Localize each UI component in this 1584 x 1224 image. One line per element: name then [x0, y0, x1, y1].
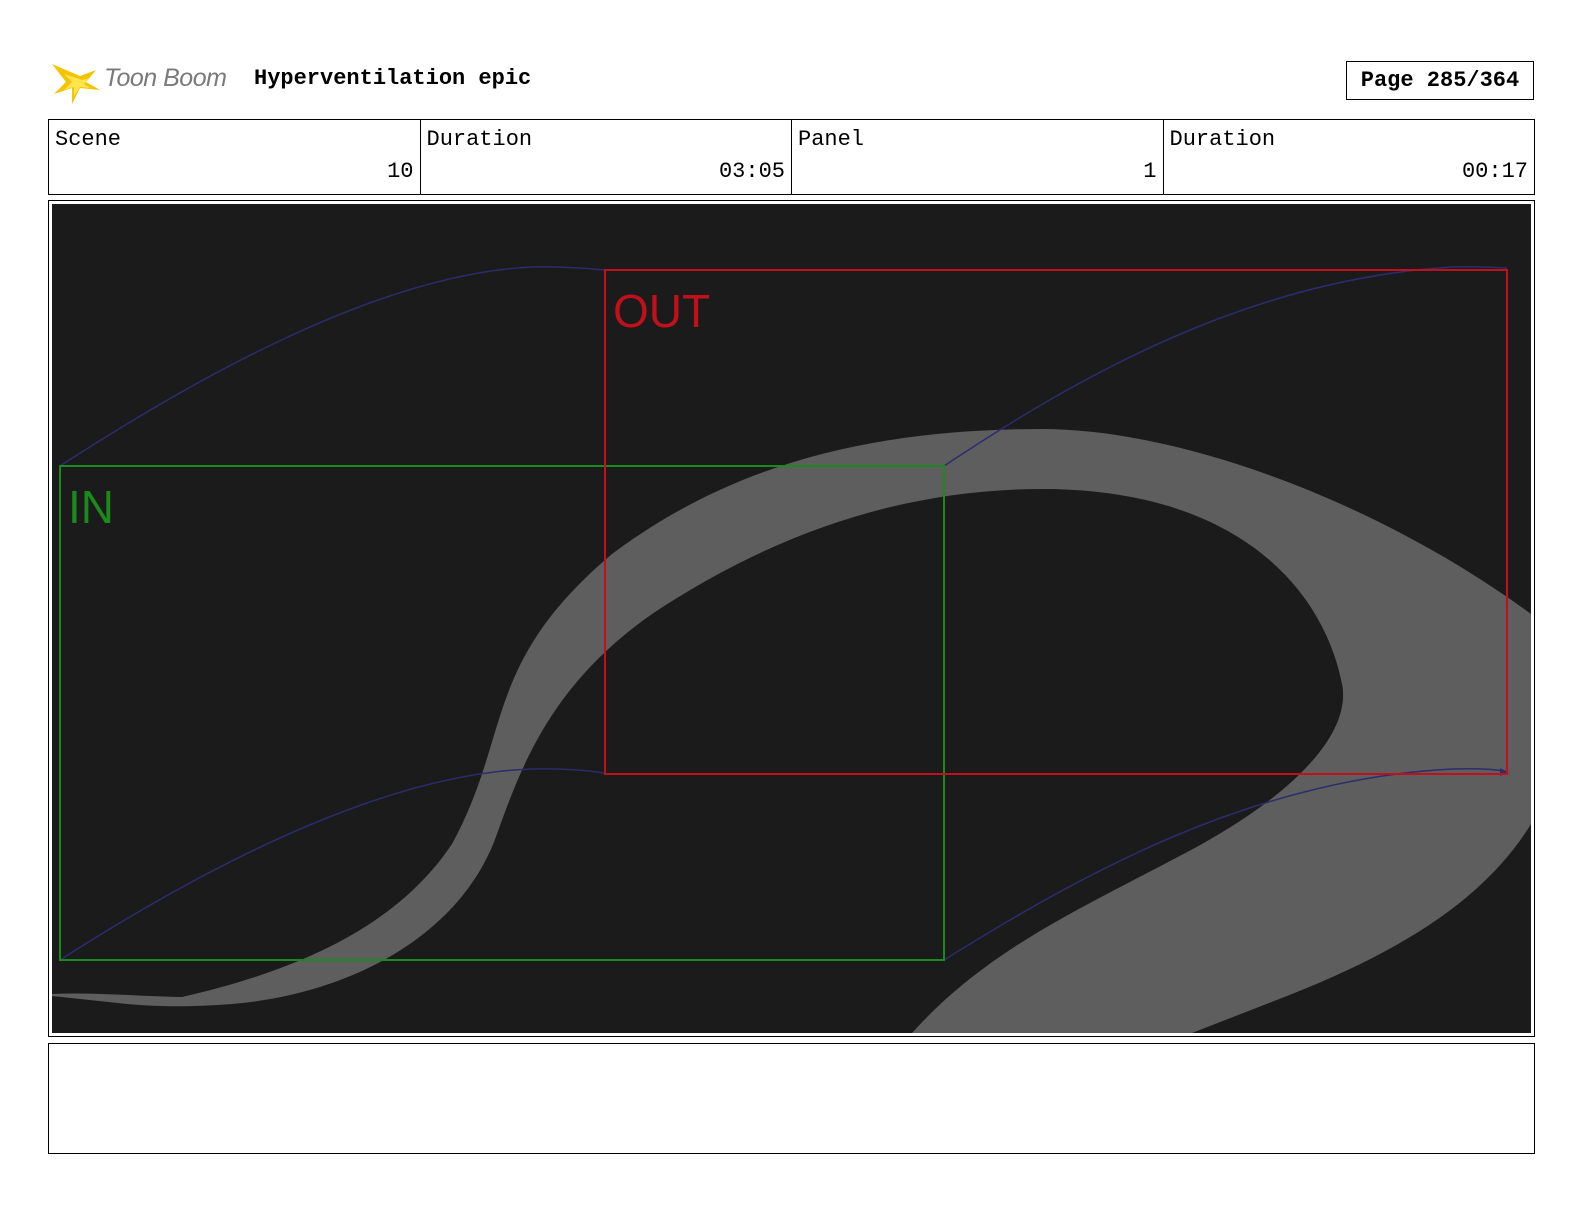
- logo-text: Toon Boom: [104, 64, 227, 92]
- motion-path-upper: [59, 266, 606, 467]
- scene-duration-cell: Duration 03:05: [421, 120, 792, 194]
- panel-drawing: [52, 265, 1531, 1033]
- panel-info-table: Scene 10 Duration 03:05 Panel 1 Duration…: [48, 119, 1535, 195]
- panel-notes: [48, 1043, 1535, 1154]
- motion-path-lower: [59, 768, 606, 961]
- panel-duration-cell: Duration 00:17: [1164, 120, 1535, 194]
- scene-duration-label: Duration: [426, 127, 533, 152]
- panel-image: IN OUT: [52, 204, 1531, 1033]
- panel-duration-label: Duration: [1169, 127, 1276, 152]
- scene-duration-value: 03:05: [718, 159, 785, 184]
- panel-value: 1: [1143, 159, 1157, 184]
- in-frame-label: IN: [68, 481, 114, 533]
- document-title: Hyperventilation epic: [254, 66, 532, 91]
- panel-duration-value: 00:17: [1461, 159, 1528, 184]
- scene-label: Scene: [55, 127, 122, 152]
- page-number: Page 285/364: [1346, 61, 1534, 100]
- scene-cell: Scene 10: [49, 120, 421, 194]
- brush-stroke: [52, 429, 1531, 1033]
- panel-label: Panel: [798, 127, 865, 152]
- scene-value: 10: [387, 159, 414, 184]
- out-frame-label: OUT: [613, 285, 711, 337]
- panel-cell: Panel 1: [792, 120, 1164, 194]
